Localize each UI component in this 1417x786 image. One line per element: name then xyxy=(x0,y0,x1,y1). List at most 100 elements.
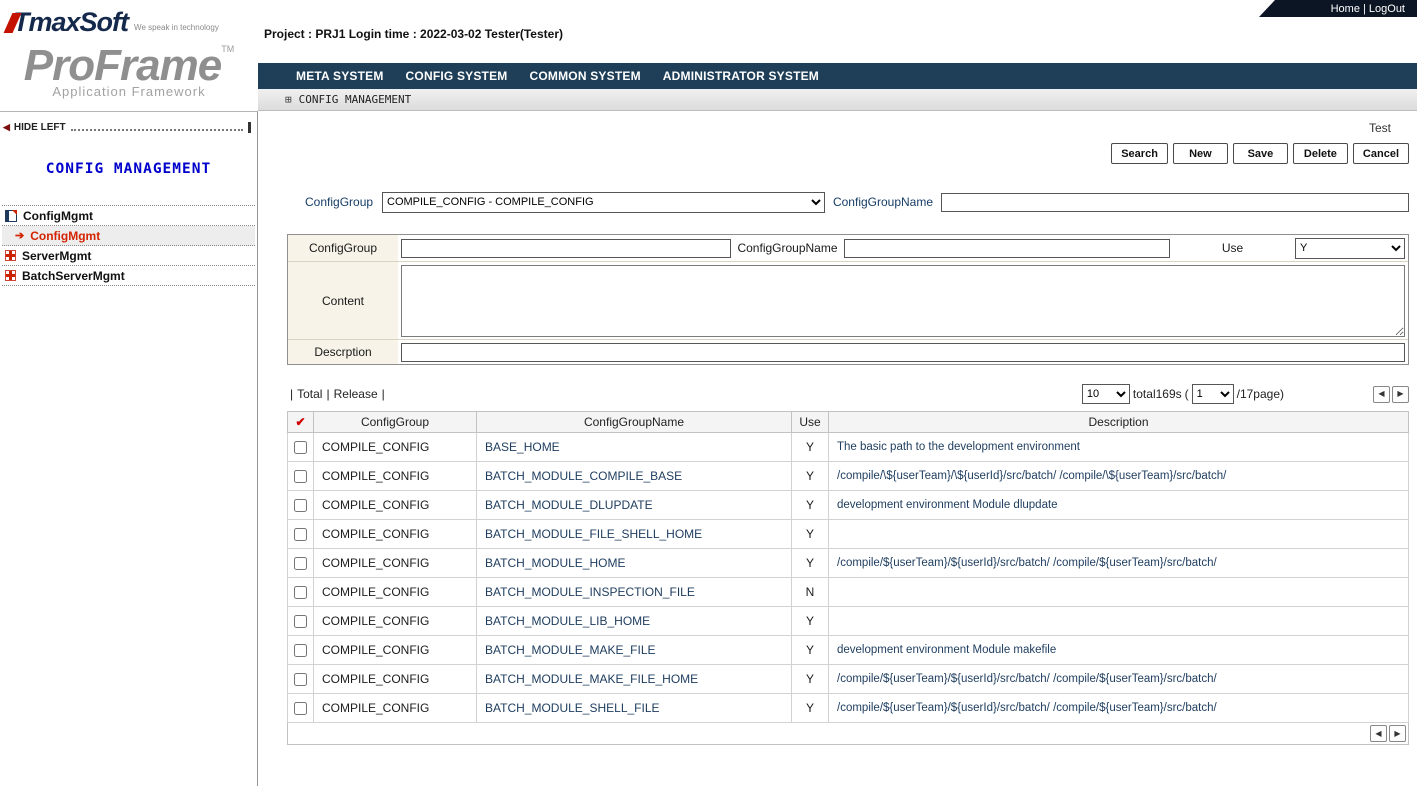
cell-configgroup: COMPILE_CONFIG xyxy=(314,578,477,607)
hide-left-control[interactable]: ◀ HIDE LEFT xyxy=(3,119,254,135)
row-checkbox[interactable] xyxy=(294,702,307,715)
save-button[interactable]: Save xyxy=(1233,143,1288,164)
page-size-select[interactable]: 10 xyxy=(1082,384,1130,404)
total-link[interactable]: Total xyxy=(297,387,322,401)
total-count-text: total169s xyxy=(1133,387,1182,401)
paren-open: ( xyxy=(1185,387,1189,401)
prev-page-button[interactable]: ◀ xyxy=(1373,386,1390,403)
col-header-configgroup: ConfigGroup xyxy=(314,412,477,433)
sidebar-item-configmgmt[interactable]: ConfigMgmt xyxy=(2,206,255,226)
menu-administrator-system[interactable]: ADMINISTRATOR SYSTEM xyxy=(663,69,819,83)
home-logout-links[interactable]: Home | LogOut xyxy=(1331,3,1405,15)
config-table: ✔ ConfigGroup ConfigGroupName Use Descri… xyxy=(287,411,1409,723)
sidebar-item-batchservermgmt[interactable]: BatchServerMgmt xyxy=(2,266,255,286)
cell-checkbox xyxy=(288,665,314,694)
cell-description xyxy=(829,520,1409,549)
row-checkbox[interactable] xyxy=(294,499,307,512)
table-body: COMPILE_CONFIG BASE_HOME Y The basic pat… xyxy=(288,433,1409,723)
cell-configgroup: COMPILE_CONFIG xyxy=(314,520,477,549)
tmaxsoft-tagline: We speak in technology xyxy=(134,23,219,32)
folder-icon xyxy=(5,210,17,222)
configgroupname-form-input[interactable] xyxy=(844,239,1170,258)
cell-use: Y xyxy=(792,549,829,578)
row-checkbox[interactable] xyxy=(294,470,307,483)
next-page-button[interactable]: ▶ xyxy=(1392,386,1409,403)
proframe-trademark: TM xyxy=(221,44,234,54)
plus-icon xyxy=(5,250,16,261)
cell-configgroupname: BATCH_MODULE_COMPILE_BASE xyxy=(477,462,792,491)
table-row: COMPILE_CONFIG BASE_HOME Y The basic pat… xyxy=(288,433,1409,462)
next-page-button-bottom[interactable]: ▶ xyxy=(1389,725,1406,742)
row-checkbox[interactable] xyxy=(294,528,307,541)
breadcrumb: CONFIG MANAGEMENT xyxy=(299,93,412,106)
table-row: COMPILE_CONFIG BATCH_MODULE_MAKE_FILE Y … xyxy=(288,636,1409,665)
select-all-check-icon[interactable]: ✔ xyxy=(295,415,305,429)
cell-description: /compile/${userTeam}/${userId}/src/batch… xyxy=(829,665,1409,694)
table-row: COMPILE_CONFIG BATCH_MODULE_COMPILE_BASE… xyxy=(288,462,1409,491)
hide-left-handle[interactable] xyxy=(248,122,251,133)
sidebar-item-servermgmt[interactable]: ServerMgmt xyxy=(2,246,255,266)
cell-configgroupname: BASE_HOME xyxy=(477,433,792,462)
cell-use: Y xyxy=(792,636,829,665)
table-header-row: ✔ ConfigGroup ConfigGroupName Use Descri… xyxy=(288,412,1409,433)
tmaxsoft-logo-text: TmaxSoft xyxy=(13,9,128,36)
configgroupname-form-label: ConfigGroupName xyxy=(731,241,844,255)
configgroupname-filter-input[interactable] xyxy=(941,193,1409,212)
main-content: Test Search New Save Delete Cancel Confi… xyxy=(258,111,1417,786)
cell-configgroupname: BATCH_MODULE_HOME xyxy=(477,549,792,578)
cell-configgroupname: BATCH_MODULE_MAKE_FILE xyxy=(477,636,792,665)
prev-page-button-bottom[interactable]: ◀ xyxy=(1370,725,1387,742)
row-checkbox[interactable] xyxy=(294,557,307,570)
menu-config-system[interactable]: CONFIG SYSTEM xyxy=(406,69,508,83)
table-footer: ◀ ▶ xyxy=(287,723,1409,745)
row-checkbox[interactable] xyxy=(294,441,307,454)
separator: | xyxy=(290,387,293,401)
sidebar-item-label: BatchServerMgmt xyxy=(22,269,125,283)
cell-configgroup: COMPILE_CONFIG xyxy=(314,694,477,723)
configgroup-filter-select[interactable]: COMPILE_CONFIG - COMPILE_CONFIG xyxy=(382,192,825,213)
new-button[interactable]: New xyxy=(1173,143,1228,164)
row-checkbox[interactable] xyxy=(294,615,307,628)
header: Home | LogOut TmaxSoft We speak in techn… xyxy=(0,0,1417,111)
row-checkbox[interactable] xyxy=(294,673,307,686)
table-row: COMPILE_CONFIG BATCH_MODULE_FILE_SHELL_H… xyxy=(288,520,1409,549)
use-form-label: Use xyxy=(1170,241,1295,255)
menu-common-system[interactable]: COMMON SYSTEM xyxy=(530,69,641,83)
cell-configgroup: COMPILE_CONFIG xyxy=(314,433,477,462)
row-checkbox[interactable] xyxy=(294,644,307,657)
delete-button[interactable]: Delete xyxy=(1293,143,1348,164)
release-link[interactable]: Release xyxy=(334,387,378,401)
cancel-button[interactable]: Cancel xyxy=(1353,143,1409,164)
page-total-text: /17page) xyxy=(1237,387,1284,401)
hide-left-label: HIDE LEFT xyxy=(14,122,66,133)
sidebar-title: CONFIG MANAGEMENT xyxy=(0,161,257,177)
use-select[interactable]: Y xyxy=(1295,238,1405,259)
cell-checkbox xyxy=(288,578,314,607)
configgroup-form-input[interactable] xyxy=(401,239,731,258)
description-form-input[interactable] xyxy=(401,343,1405,362)
cell-description: development environment Module dlupdate xyxy=(829,491,1409,520)
table-row: COMPILE_CONFIG BATCH_MODULE_INSPECTION_F… xyxy=(288,578,1409,607)
cell-checkbox xyxy=(288,433,314,462)
row-checkbox[interactable] xyxy=(294,586,307,599)
configgroup-form-label: ConfigGroup xyxy=(288,235,398,261)
page-title: Test xyxy=(287,121,1391,136)
cell-configgroup: COMPILE_CONFIG xyxy=(314,607,477,636)
cell-use: Y xyxy=(792,433,829,462)
cell-checkbox xyxy=(288,520,314,549)
search-button[interactable]: Search xyxy=(1111,143,1168,164)
cell-description: The basic path to the development enviro… xyxy=(829,433,1409,462)
cell-use: Y xyxy=(792,607,829,636)
plus-icon xyxy=(5,270,16,281)
expand-box-icon[interactable]: ⊞ xyxy=(285,93,292,106)
menu-meta-system[interactable]: META SYSTEM xyxy=(296,69,384,83)
action-buttons: Search New Save Delete Cancel xyxy=(287,143,1409,164)
sidebar-item-configmgmt-current[interactable]: ➔ ConfigMgmt xyxy=(2,226,255,246)
cell-description xyxy=(829,578,1409,607)
cell-use: N xyxy=(792,578,829,607)
col-header-configgroupname: ConfigGroupName xyxy=(477,412,792,433)
page-number-select[interactable]: 1 xyxy=(1192,384,1234,404)
content-textarea[interactable] xyxy=(401,265,1405,337)
proframe-logo: ProFrameTM Application Framework xyxy=(4,44,254,99)
hide-left-divider xyxy=(71,129,243,131)
